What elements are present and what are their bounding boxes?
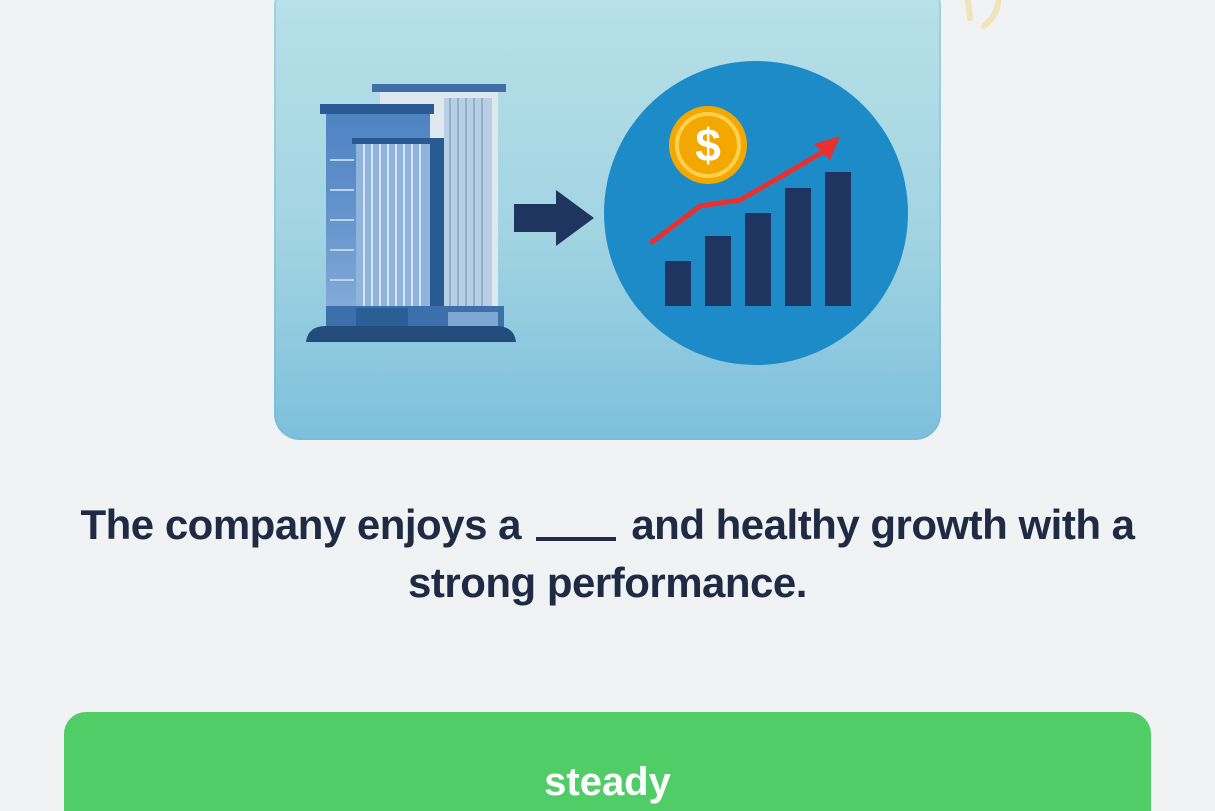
question-part-3: strong performance.	[408, 559, 807, 606]
illustration-card: $	[274, 0, 941, 440]
svg-text:$: $	[695, 119, 721, 171]
growth-chart-icon	[604, 61, 908, 365]
arrow-right-icon	[514, 190, 594, 246]
question-part-2: and healthy growth with a	[631, 501, 1135, 548]
dollar-coin-icon: $	[669, 106, 747, 184]
answer-option-label: steady	[544, 760, 671, 804]
quiz-screen: $ The company enjoys a and healthy growt…	[0, 0, 1215, 811]
office-building-icon	[306, 84, 516, 342]
question-text: The company enjoys a and healthy growth …	[40, 496, 1175, 612]
question-part-1: The company enjoys a	[80, 501, 521, 548]
answer-option-button[interactable]: steady	[64, 712, 1151, 811]
answer-blank	[536, 537, 617, 541]
